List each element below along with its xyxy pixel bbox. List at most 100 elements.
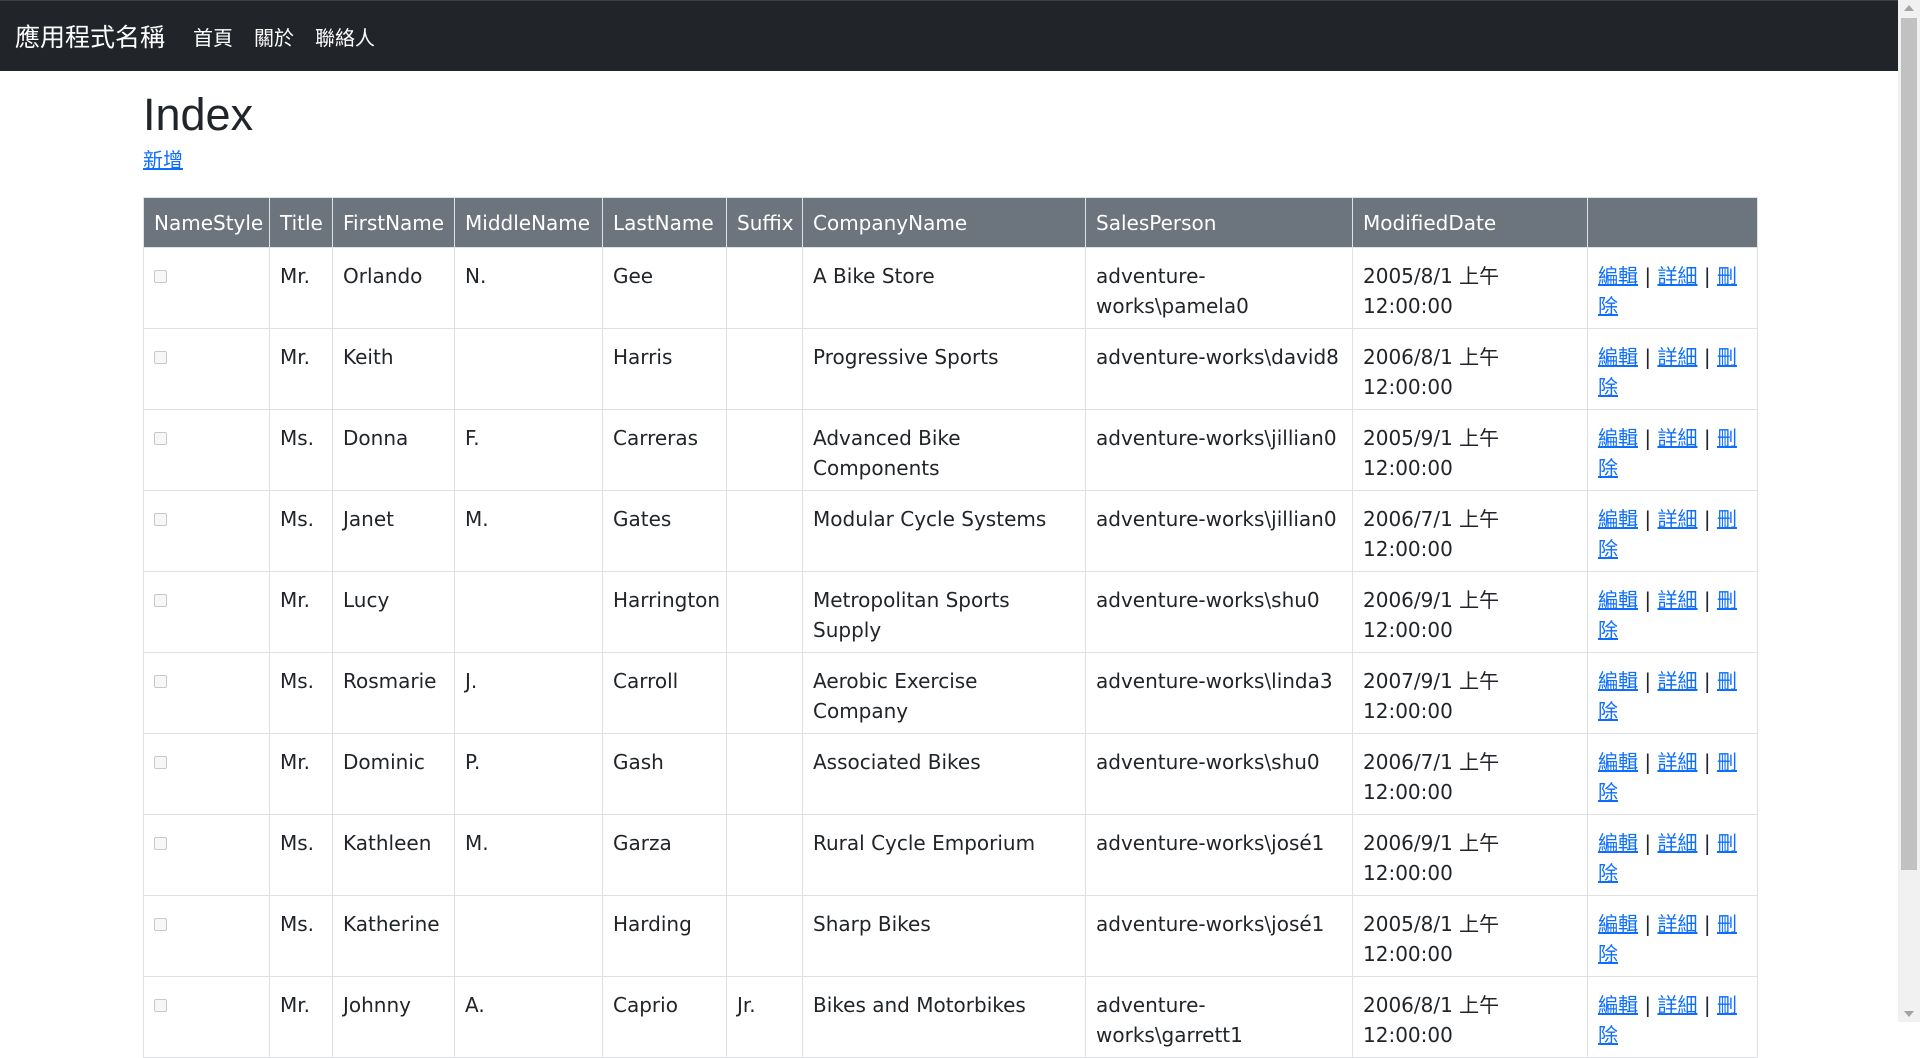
details-link[interactable]: 詳細	[1657, 426, 1697, 450]
cell-sales-person: adventure-works\shu0	[1085, 733, 1353, 815]
cell-namestyle	[143, 652, 270, 734]
cell-suffix	[726, 652, 803, 734]
namestyle-checkbox	[154, 351, 167, 364]
cell-modified-date: 2006/7/1 上午 12:00:00	[1352, 733, 1588, 815]
cell-namestyle	[143, 490, 270, 572]
namestyle-checkbox	[154, 837, 167, 850]
action-separator: |	[1644, 264, 1652, 288]
namestyle-checkbox	[154, 756, 167, 769]
customers-table: NameStyle Title FirstName MiddleName Las…	[143, 197, 1758, 1058]
action-separator: |	[1644, 426, 1652, 450]
edit-link[interactable]: 編輯	[1598, 669, 1638, 693]
cell-suffix	[726, 409, 803, 491]
action-separator: |	[1703, 912, 1711, 936]
edit-link[interactable]: 編輯	[1598, 345, 1638, 369]
action-separator: |	[1703, 264, 1711, 288]
edit-link[interactable]: 編輯	[1598, 507, 1638, 531]
cell-middle-name	[454, 895, 603, 977]
cell-suffix: Jr.	[726, 976, 803, 1058]
main-container: Index 新增 NameStyle Title FirstName Middl…	[143, 71, 1758, 1058]
cell-first-name: Rosmarie	[332, 652, 455, 734]
cell-namestyle	[143, 976, 270, 1058]
cell-company-name: Advanced Bike Components	[802, 409, 1086, 491]
edit-link[interactable]: 編輯	[1598, 588, 1638, 612]
cell-title: Mr.	[269, 328, 333, 410]
cell-first-name: Keith	[332, 328, 455, 410]
namestyle-checkbox	[154, 675, 167, 688]
create-new-link[interactable]: 新增	[143, 147, 183, 173]
details-link[interactable]: 詳細	[1657, 912, 1697, 936]
cell-actions: 編輯 | 詳細 | 刪除	[1587, 733, 1758, 815]
cell-actions: 編輯 | 詳細 | 刪除	[1587, 976, 1758, 1058]
cell-first-name: Lucy	[332, 571, 455, 653]
action-separator: |	[1644, 669, 1652, 693]
cell-middle-name	[454, 328, 603, 410]
cell-actions: 編輯 | 詳細 | 刪除	[1587, 490, 1758, 572]
action-separator: |	[1644, 507, 1652, 531]
cell-sales-person: adventure-works\josé1	[1085, 895, 1353, 977]
column-header-middlename: MiddleName	[454, 197, 603, 248]
cell-namestyle	[143, 247, 270, 329]
edit-link[interactable]: 編輯	[1598, 264, 1638, 288]
cell-actions: 編輯 | 詳細 | 刪除	[1587, 652, 1758, 734]
cell-sales-person: adventure-works\garrett1	[1085, 976, 1353, 1058]
edit-link[interactable]: 編輯	[1598, 750, 1638, 774]
column-header-suffix: Suffix	[726, 197, 803, 248]
cell-company-name: A Bike Store	[802, 247, 1086, 329]
edit-link[interactable]: 編輯	[1598, 912, 1638, 936]
edit-link[interactable]: 編輯	[1598, 831, 1638, 855]
scrollbar-thumb[interactable]	[1901, 18, 1917, 870]
cell-last-name: Harrington	[602, 571, 727, 653]
cell-namestyle	[143, 895, 270, 977]
cell-actions: 編輯 | 詳細 | 刪除	[1587, 895, 1758, 977]
cell-actions: 編輯 | 詳細 | 刪除	[1587, 814, 1758, 896]
cell-sales-person: adventure-works\shu0	[1085, 571, 1353, 653]
nav-link-home[interactable]: 首頁	[193, 22, 233, 51]
table-header-row: NameStyle Title FirstName MiddleName Las…	[143, 197, 1758, 248]
table-row: Mr. Dominic P. Gash Associated Bikes adventur…	[143, 733, 1758, 815]
details-link[interactable]: 詳細	[1657, 993, 1697, 1017]
edit-link[interactable]: 編輯	[1598, 426, 1638, 450]
vertical-scrollbar[interactable]	[1898, 0, 1920, 1022]
cell-middle-name: N.	[454, 247, 603, 329]
action-separator: |	[1644, 831, 1652, 855]
details-link[interactable]: 詳細	[1657, 750, 1697, 774]
scroll-up-arrow-icon[interactable]	[1904, 5, 1914, 11]
cell-company-name: Metropolitan Sports Supply	[802, 571, 1086, 653]
cell-sales-person: adventure-works\david8	[1085, 328, 1353, 410]
cell-namestyle	[143, 409, 270, 491]
cell-last-name: Gash	[602, 733, 727, 815]
details-link[interactable]: 詳細	[1657, 507, 1697, 531]
cell-modified-date: 2006/9/1 上午 12:00:00	[1352, 571, 1588, 653]
action-separator: |	[1703, 588, 1711, 612]
details-link[interactable]: 詳細	[1657, 669, 1697, 693]
action-separator: |	[1703, 669, 1711, 693]
table-row: Mr. Orlando N. Gee A Bike Store adventure-wor…	[143, 247, 1758, 329]
nav-link-about[interactable]: 關於	[254, 22, 294, 51]
cell-actions: 編輯 | 詳細 | 刪除	[1587, 409, 1758, 491]
action-separator: |	[1644, 588, 1652, 612]
details-link[interactable]: 詳細	[1657, 264, 1697, 288]
column-header-companyname: CompanyName	[802, 197, 1086, 248]
cell-modified-date: 2007/9/1 上午 12:00:00	[1352, 652, 1588, 734]
cell-sales-person: adventure-works\jillian0	[1085, 490, 1353, 572]
details-link[interactable]: 詳細	[1657, 831, 1697, 855]
action-separator: |	[1644, 993, 1652, 1017]
namestyle-checkbox	[154, 513, 167, 526]
app-brand-link[interactable]: 應用程式名稱	[15, 18, 165, 54]
cell-actions: 編輯 | 詳細 | 刪除	[1587, 328, 1758, 410]
edit-link[interactable]: 編輯	[1598, 993, 1638, 1017]
cell-last-name: Carreras	[602, 409, 727, 491]
details-link[interactable]: 詳細	[1657, 588, 1697, 612]
column-header-salesperson: SalesPerson	[1085, 197, 1353, 248]
details-link[interactable]: 詳細	[1657, 345, 1697, 369]
scroll-down-arrow-icon[interactable]	[1904, 1011, 1914, 1017]
cell-suffix	[726, 814, 803, 896]
nav-link-contact[interactable]: 聯絡人	[315, 22, 375, 51]
cell-suffix	[726, 571, 803, 653]
namestyle-checkbox	[154, 270, 167, 283]
cell-company-name: Aerobic Exercise Company	[802, 652, 1086, 734]
cell-last-name: Carroll	[602, 652, 727, 734]
cell-namestyle	[143, 571, 270, 653]
column-header-lastname: LastName	[602, 197, 727, 248]
